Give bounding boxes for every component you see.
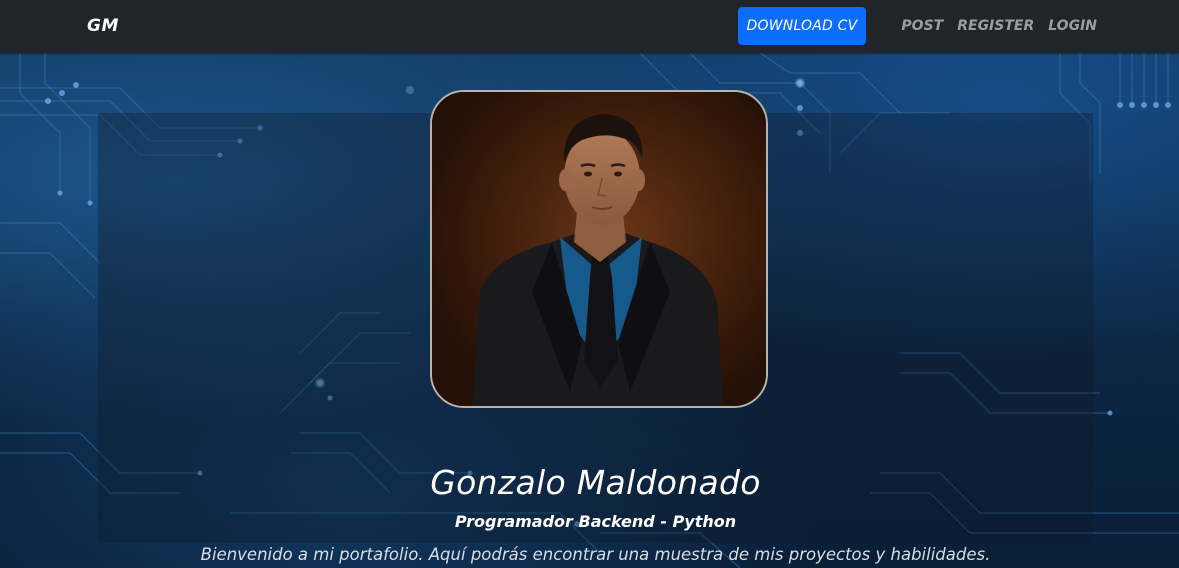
nav-menu: DOWNLOAD CV POST REGISTER LOGIN (737, 7, 1097, 45)
profile-photo (430, 90, 768, 408)
navbar: GM DOWNLOAD CV POST REGISTER LOGIN (0, 0, 1179, 53)
nav-link-login[interactable]: LOGIN (1048, 18, 1097, 34)
nav-link-register[interactable]: REGISTER (957, 18, 1034, 34)
download-cv-button[interactable]: DOWNLOAD CV (737, 7, 867, 45)
profile-photo-illustration (432, 92, 766, 406)
nav-link-post[interactable]: POST (901, 18, 943, 34)
profile-role: Programador Backend - Python (454, 512, 737, 531)
hero-section: Gonzalo Maldonado Programador Backend - … (0, 53, 1179, 568)
profile-description: Bienvenido a mi portafolio. Aquí podrás … (200, 545, 991, 564)
profile-name: Gonzalo Maldonado (430, 463, 761, 502)
brand-logo[interactable]: GM (87, 16, 119, 36)
